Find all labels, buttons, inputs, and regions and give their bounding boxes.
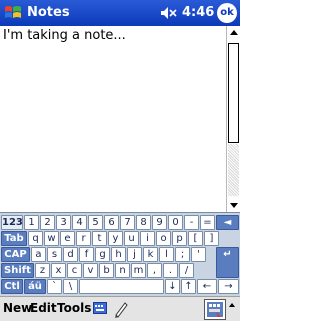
menu-edit[interactable]: Edit: [30, 301, 57, 315]
key-0[interactable]: 0: [168, 215, 183, 230]
key-8[interactable]: 8: [136, 215, 151, 230]
key-ctrl[interactable]: Ctl: [1, 279, 23, 294]
scroll-down-arrow-icon[interactable]: [227, 198, 240, 212]
note-editor[interactable]: I'm taking a note...: [0, 26, 226, 212]
scroll-up-arrow-icon[interactable]: [227, 26, 240, 40]
windows-flag-icon[interactable]: [3, 3, 23, 23]
key-backtick[interactable]: `: [47, 279, 62, 294]
key-enter[interactable]: ↵: [216, 247, 239, 278]
key-right-bracket[interactable]: ]: [204, 231, 219, 246]
key-t[interactable]: t: [92, 231, 107, 246]
input-panel-button[interactable]: [204, 299, 226, 320]
key-k[interactable]: k: [143, 247, 158, 262]
input-method-caret-icon[interactable]: [227, 302, 237, 316]
clock[interactable]: 4:46: [182, 5, 214, 20]
key-z[interactable]: z: [35, 263, 50, 278]
key-2[interactable]: 2: [40, 215, 55, 230]
key-arrow-left[interactable]: ←: [197, 279, 217, 294]
scroll-thumb[interactable]: [228, 43, 239, 143]
key-a[interactable]: a: [31, 247, 46, 262]
pen-icon[interactable]: [113, 300, 129, 318]
key-backspace[interactable]: ◄: [216, 215, 239, 230]
key-left-bracket[interactable]: [: [188, 231, 203, 246]
input-panel-icon: [207, 302, 223, 317]
key-apostrophe[interactable]: ': [191, 247, 206, 262]
key-7[interactable]: 7: [120, 215, 135, 230]
key-b[interactable]: b: [99, 263, 114, 278]
vertical-scrollbar[interactable]: [226, 26, 241, 212]
key-f[interactable]: f: [79, 247, 94, 262]
key-w[interactable]: w: [44, 231, 59, 246]
key-9[interactable]: 9: [152, 215, 167, 230]
scroll-track[interactable]: [228, 144, 239, 196]
key-n[interactable]: n: [115, 263, 130, 278]
key-semicolon[interactable]: ;: [175, 247, 190, 262]
key-comma[interactable]: ,: [147, 263, 162, 278]
key-l[interactable]: l: [159, 247, 174, 262]
keyboard-icon[interactable]: [93, 302, 107, 314]
menu-bar: New Edit Tools: [0, 296, 240, 321]
key-h[interactable]: h: [111, 247, 126, 262]
key-space[interactable]: [79, 279, 164, 294]
menu-tools[interactable]: Tools: [57, 301, 91, 315]
key-i[interactable]: i: [140, 231, 155, 246]
key-1[interactable]: 1: [24, 215, 39, 230]
key-arrow-down[interactable]: ↓: [165, 279, 180, 294]
key-slash[interactable]: /: [179, 263, 194, 278]
key-u[interactable]: u: [124, 231, 139, 246]
title-bar: Notes 4:46 ok: [0, 0, 240, 26]
menu-new[interactable]: New: [3, 301, 32, 315]
key-minus[interactable]: -: [184, 215, 199, 230]
app-title: Notes: [27, 5, 70, 20]
key-m[interactable]: m: [131, 263, 146, 278]
key-arrow-right[interactable]: →: [218, 279, 239, 294]
key-c[interactable]: c: [67, 263, 82, 278]
key-g[interactable]: g: [95, 247, 110, 262]
key-123[interactable]: 123: [1, 215, 23, 230]
soft-keyboard: 123 1 2 3 4 5 6 7 8 9 0 - = ◄ Tab q w e …: [0, 212, 240, 297]
note-text[interactable]: I'm taking a note...: [3, 28, 126, 43]
key-period[interactable]: .: [163, 263, 178, 278]
key-arrow-up[interactable]: ↑: [181, 279, 196, 294]
key-5[interactable]: 5: [88, 215, 103, 230]
key-shift[interactable]: Shift: [1, 263, 34, 278]
key-tab[interactable]: Tab: [1, 231, 27, 246]
key-x[interactable]: x: [51, 263, 66, 278]
key-3[interactable]: 3: [56, 215, 71, 230]
key-6[interactable]: 6: [104, 215, 119, 230]
key-4[interactable]: 4: [72, 215, 87, 230]
key-caps[interactable]: CAP: [1, 247, 30, 262]
key-v[interactable]: v: [83, 263, 98, 278]
key-q[interactable]: q: [28, 231, 43, 246]
speaker-muted-icon[interactable]: [160, 6, 178, 20]
key-d[interactable]: d: [63, 247, 78, 262]
key-equals[interactable]: =: [200, 215, 215, 230]
key-p[interactable]: p: [172, 231, 187, 246]
key-y[interactable]: y: [108, 231, 123, 246]
key-backslash[interactable]: \: [63, 279, 78, 294]
key-intl[interactable]: áü: [24, 279, 46, 294]
key-s[interactable]: s: [47, 247, 62, 262]
key-e[interactable]: e: [60, 231, 75, 246]
key-j[interactable]: j: [127, 247, 142, 262]
key-o[interactable]: o: [156, 231, 171, 246]
key-r[interactable]: r: [76, 231, 91, 246]
ok-button[interactable]: ok: [217, 3, 237, 23]
